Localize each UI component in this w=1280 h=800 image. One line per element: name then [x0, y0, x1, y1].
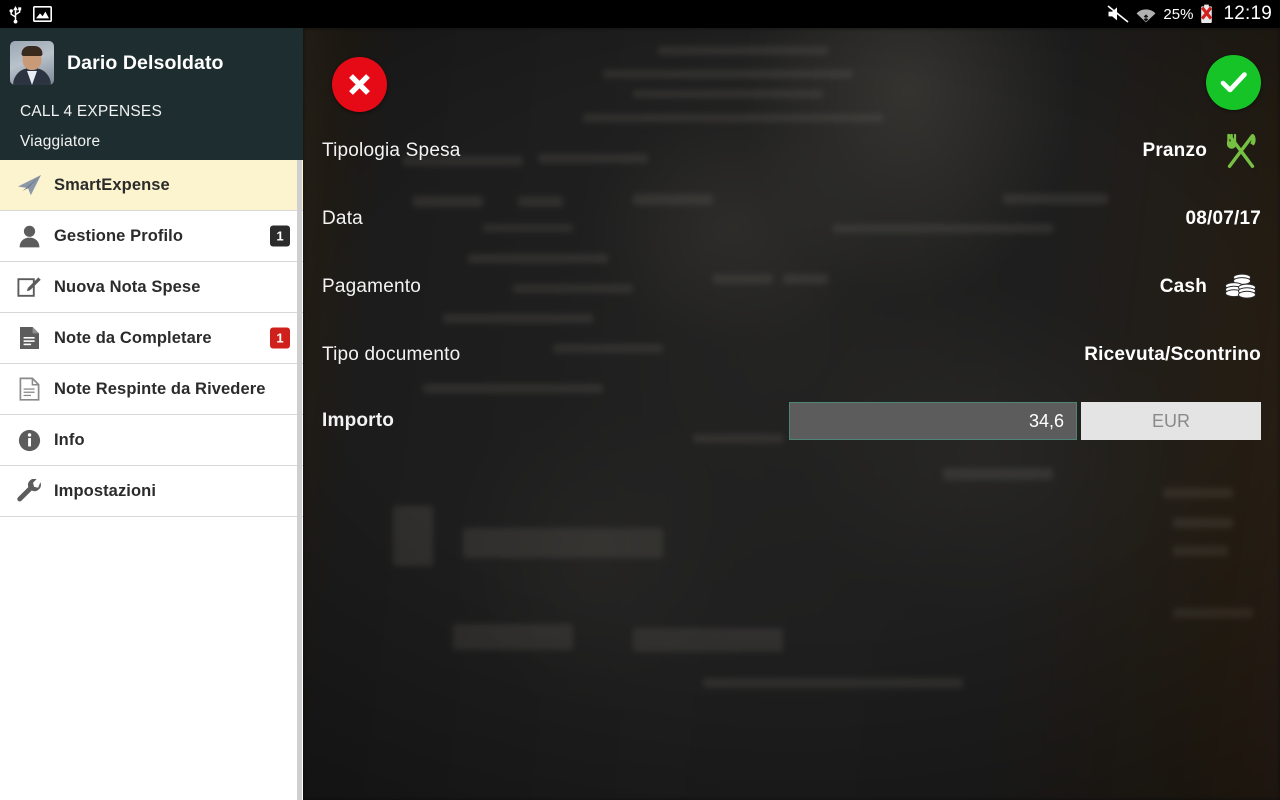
check-icon: [1220, 72, 1247, 93]
wifi-icon: [1136, 6, 1156, 23]
status-bar-right-icons: 25% 12:19: [1107, 3, 1272, 25]
date-label: Data: [322, 208, 363, 229]
sidebar-item-label: Gestione Profilo: [54, 226, 184, 245]
form-row-document-type[interactable]: Tipo documento Ricevuta/Scontrino: [322, 335, 1261, 375]
form-row-date[interactable]: Data 08/07/17: [322, 199, 1261, 239]
status-bar-left-icons: [8, 5, 52, 24]
confirm-button[interactable]: [1206, 55, 1261, 110]
person-icon: [16, 223, 42, 249]
sidebar-item-label: Note Respinte da Rivedere: [54, 379, 266, 398]
avatar: [10, 41, 54, 85]
sidebar-item-note-da-completare[interactable]: Note da Completare 1: [0, 313, 303, 364]
payment-value: Cash: [1159, 276, 1207, 297]
form-row-amount: Importo EUR: [322, 401, 1261, 441]
edit-note-icon: [16, 274, 42, 300]
close-button[interactable]: [332, 57, 387, 112]
clock-time: 12:19: [1223, 3, 1272, 24]
sidebar-item-nuova-nota-spese[interactable]: Nuova Nota Spese: [0, 262, 303, 313]
sidebar-item-note-respinte[interactable]: Note Respinte da Rivedere: [0, 364, 303, 415]
sidebar-item-gestione-profilo[interactable]: Gestione Profilo 1: [0, 211, 303, 262]
sidebar: Dario Delsoldato CALL 4 EXPENSES Viaggia…: [0, 28, 303, 800]
sidebar-item-info[interactable]: Info: [0, 415, 303, 466]
sidebar-item-label: Impostazioni: [54, 481, 157, 500]
sidebar-item-label: SmartExpense: [54, 175, 170, 194]
amount-label: Importo: [322, 410, 395, 431]
document-icon: [16, 325, 42, 351]
paper-plane-icon: [16, 172, 42, 198]
volume-muted-icon: [1107, 5, 1129, 23]
document-outline-icon: [16, 376, 42, 402]
sidebar-menu: SmartExpense Gestione Profilo 1 Nuova No…: [0, 160, 303, 517]
user-role: Viaggiatore: [20, 133, 101, 150]
document-type-label: Tipo documento: [322, 344, 461, 365]
payment-label: Pagamento: [322, 276, 421, 297]
fork-knife-icon: [1221, 131, 1261, 171]
sidebar-item-label: Note da Completare: [54, 328, 212, 347]
status-bar: 25% 12:19: [0, 0, 1280, 28]
sidebar-item-impostazioni[interactable]: Impostazioni: [0, 466, 303, 517]
expense-detail-panel: Tipologia Spesa Pranzo Data 08/07/17 Pag…: [303, 28, 1280, 800]
battery-error-icon: [1200, 4, 1213, 24]
sidebar-header: Dario Delsoldato CALL 4 EXPENSES Viaggia…: [0, 28, 303, 160]
sidebar-scrollbar[interactable]: [297, 160, 302, 800]
date-value: 08/07/17: [1185, 208, 1261, 229]
usb-icon: [8, 5, 23, 24]
user-name: Dario Delsoldato: [67, 51, 224, 74]
company-name: CALL 4 EXPENSES: [20, 103, 162, 120]
screenshot-icon: [33, 6, 52, 22]
status-badge: 1: [270, 225, 290, 247]
document-type-value: Ricevuta/Scontrino: [1084, 344, 1261, 365]
form-row-expense-type[interactable]: Tipologia Spesa Pranzo: [322, 131, 1261, 171]
user-profile[interactable]: Dario Delsoldato: [10, 41, 303, 85]
expense-type-value: Pranzo: [1142, 140, 1207, 161]
wrench-icon: [16, 478, 42, 504]
form-row-payment[interactable]: Pagamento Cash: [322, 267, 1261, 307]
x-icon: [349, 74, 370, 95]
expense-type-label: Tipologia Spesa: [322, 140, 461, 161]
info-icon: [16, 427, 42, 453]
sidebar-item-smartexpense[interactable]: SmartExpense: [0, 160, 303, 211]
amount-input[interactable]: [789, 402, 1077, 440]
status-badge: 1: [270, 327, 290, 349]
coins-icon: [1221, 267, 1261, 307]
currency-button[interactable]: EUR: [1081, 402, 1261, 440]
battery-percent: 25%: [1163, 5, 1194, 23]
sidebar-item-label: Nuova Nota Spese: [54, 277, 201, 296]
sidebar-item-label: Info: [54, 430, 85, 449]
